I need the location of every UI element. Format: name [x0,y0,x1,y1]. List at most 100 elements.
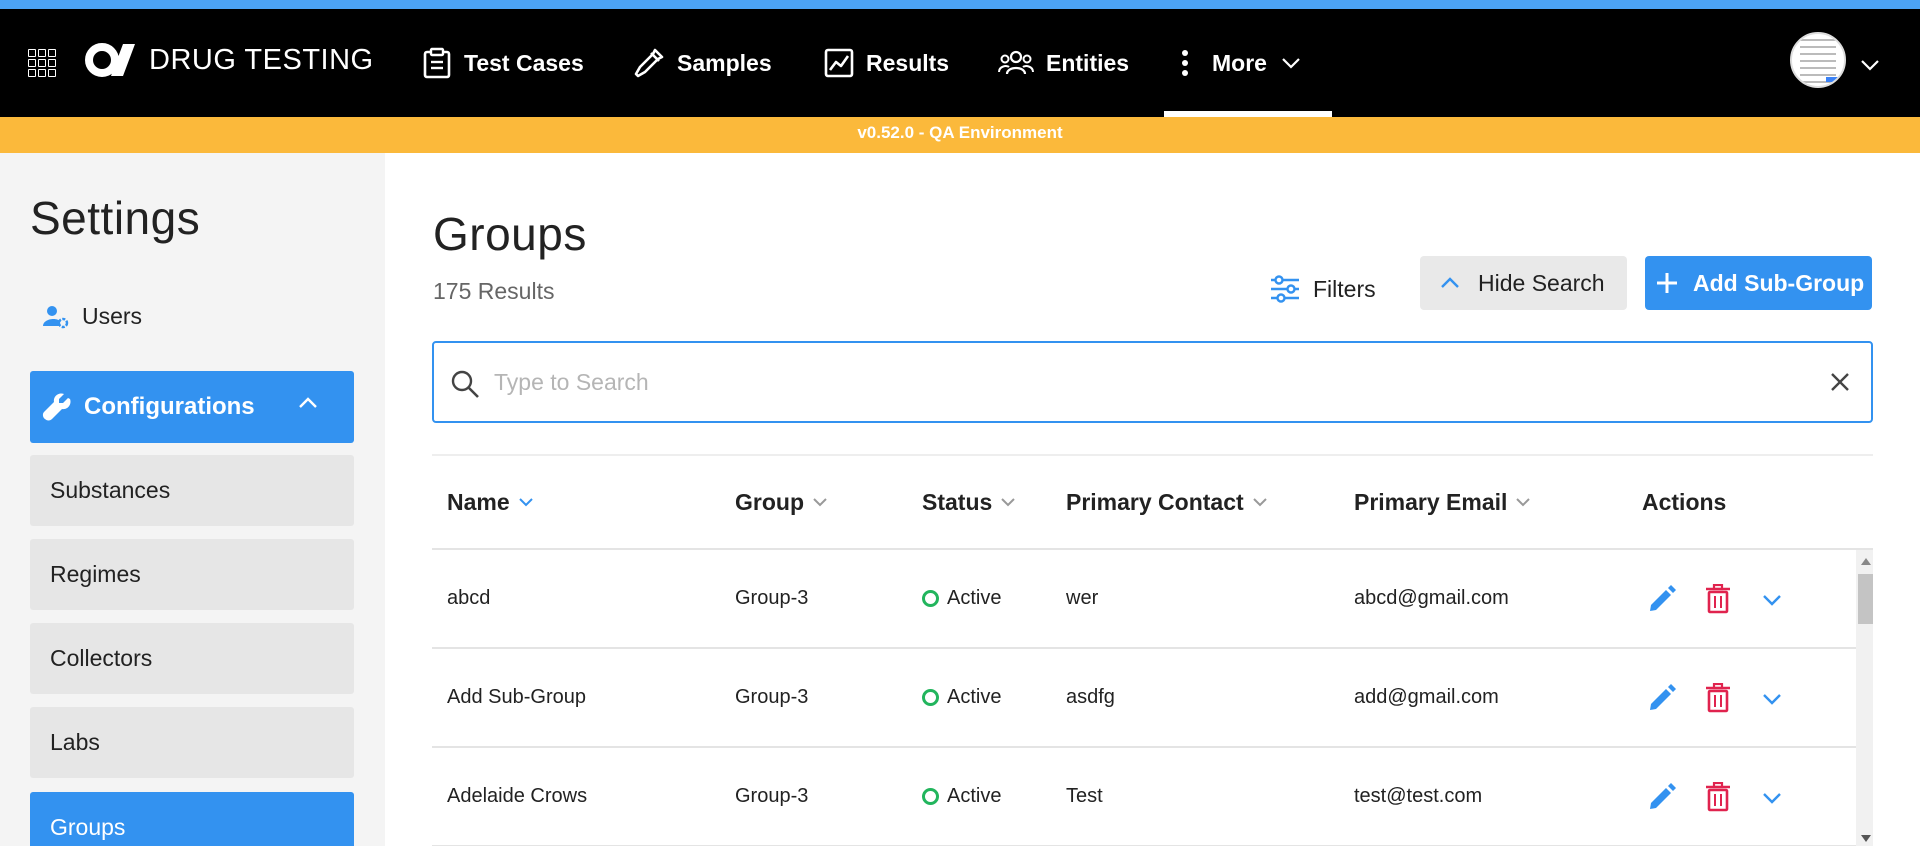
nav-label: Entities [1046,49,1130,76]
filters-label: Filters [1313,275,1376,302]
hide-search-label: Hide Search [1478,269,1605,296]
column-header-primary-contact[interactable]: Primary Contact [1066,456,1268,548]
sidebar-item-label: Configurations [84,393,255,420]
nav-entities[interactable]: Entities [998,9,1129,117]
column-header-primary-email[interactable]: Primary Email [1354,456,1531,548]
edit-icon[interactable] [1647,782,1677,812]
column-label: Primary Contact [1066,488,1244,515]
search-icon [451,370,479,398]
plus-icon [1657,273,1677,293]
status-active-icon [922,590,939,607]
delete-icon[interactable] [1705,782,1731,812]
cell-primary-contact: asdfg [1066,686,1115,708]
cell-group: Group-3 [735,686,809,708]
delete-icon[interactable] [1705,683,1731,713]
nav-more[interactable]: More [1180,9,1301,117]
results-count: 175 Results [433,278,555,304]
cell-status: Active [922,748,1001,845]
nav-label: Results [866,49,950,76]
filters-button[interactable]: Filters [1269,263,1376,315]
close-icon[interactable] [1829,371,1851,393]
edit-icon[interactable] [1647,584,1677,614]
chevron-down-icon[interactable] [1860,59,1880,71]
delete-icon[interactable] [1705,584,1731,614]
chart-icon [824,48,854,78]
column-header-status[interactable]: Status [922,456,1016,548]
chevron-down-icon [1001,498,1016,507]
cell-primary-contact: Test [1066,785,1103,807]
page-title: Groups [433,208,587,260]
scroll-thumb[interactable] [1858,574,1873,624]
hide-search-button[interactable]: Hide Search [1420,256,1627,310]
sidebar-item-substances[interactable]: Substances [30,455,354,526]
brand-logo-icon [85,43,135,77]
status-label: Active [947,587,1002,609]
nav-samples[interactable]: Samples [633,9,772,117]
table-body: abcd Group-3 Active wer abcd@gmail.com A… [432,550,1873,846]
cell-group: Group-3 [735,587,809,609]
column-header-actions: Actions [1642,456,1726,548]
sliders-icon [1271,275,1299,303]
sidebar-item-collectors[interactable]: Collectors [30,623,354,694]
chevron-down-icon [1516,498,1531,507]
cell-primary-email: abcd@gmail.com [1354,587,1509,609]
expand-row-icon[interactable] [1762,693,1782,705]
sidebar-item-regimes[interactable]: Regimes [30,539,354,610]
groups-table: Name Group Status Primary Contact Primar… [432,454,1873,846]
environment-banner: v0.52.0 - QA Environment [0,117,1920,153]
cell-primary-email: test@test.com [1354,785,1483,807]
column-label: Status [922,488,993,515]
avatar[interactable] [1790,32,1846,88]
sidebar-item-groups[interactable]: Groups [30,792,354,846]
search-box [432,341,1873,423]
brand-name: DRUG TESTING [149,43,374,76]
scroll-up-arrow[interactable] [1861,558,1871,565]
dropper-icon [634,48,664,78]
chevron-down-icon [518,498,533,507]
sidebar-item-labs[interactable]: Labs [30,707,354,778]
status-active-icon [922,689,939,706]
edit-icon[interactable] [1647,683,1677,713]
sidebar-item-configurations[interactable]: Configurations [30,371,354,443]
expand-row-icon[interactable] [1762,792,1782,804]
chevron-up-icon [299,397,317,408]
top-accent-stripe [0,0,1920,9]
column-header-group[interactable]: Group [735,456,828,548]
table-row[interactable]: abcd Group-3 Active wer abcd@gmail.com [432,550,1856,649]
table-header: Name Group Status Primary Contact Primar… [432,454,1873,550]
brand[interactable]: DRUG TESTING [85,42,374,78]
nav-results[interactable]: Results [824,9,949,117]
scroll-down-arrow[interactable] [1861,835,1871,842]
app-grid-icon[interactable] [28,49,56,77]
expand-row-icon[interactable] [1762,594,1782,606]
main-content: Groups 175 Results Filters Hide Search A… [385,153,1920,846]
cell-status: Active [922,649,1001,746]
add-sub-group-label: Add Sub-Group [1693,269,1865,296]
nav-label: Test Cases [464,49,584,76]
cell-primary-email: add@gmail.com [1354,686,1499,708]
sidebar-title: Settings [30,192,201,244]
sidebar-item-users[interactable]: Users [42,303,142,330]
column-label: Primary Email [1354,488,1508,515]
cell-name: Add Sub-Group [447,686,586,708]
table-row[interactable]: Add Sub-Group Group-3 Active asdfg add@g… [432,649,1856,748]
column-header-name[interactable]: Name [447,456,534,548]
chevron-down-icon [1282,58,1300,69]
cell-group: Group-3 [735,785,809,807]
search-input[interactable] [494,359,1794,405]
column-label: Name [447,488,510,515]
nav-test-cases[interactable]: Test Cases [422,9,584,117]
cell-primary-contact: wer [1066,587,1099,609]
sidebar-item-label: Users [82,303,143,329]
clipboard-icon [423,47,451,79]
add-sub-group-button[interactable]: Add Sub-Group [1645,256,1872,310]
settings-sidebar: Settings Users Configurations Substances… [0,153,385,846]
people-icon [998,50,1034,75]
chevron-down-icon [1252,498,1267,507]
nav-label: More [1212,49,1267,76]
cell-name: Adelaide Crows [447,785,588,807]
wrench-icon [42,393,71,421]
column-label: Actions [1642,488,1727,515]
table-scrollbar[interactable] [1856,550,1873,846]
table-row[interactable]: Adelaide Crows Group-3 Active Test test@… [432,748,1856,846]
